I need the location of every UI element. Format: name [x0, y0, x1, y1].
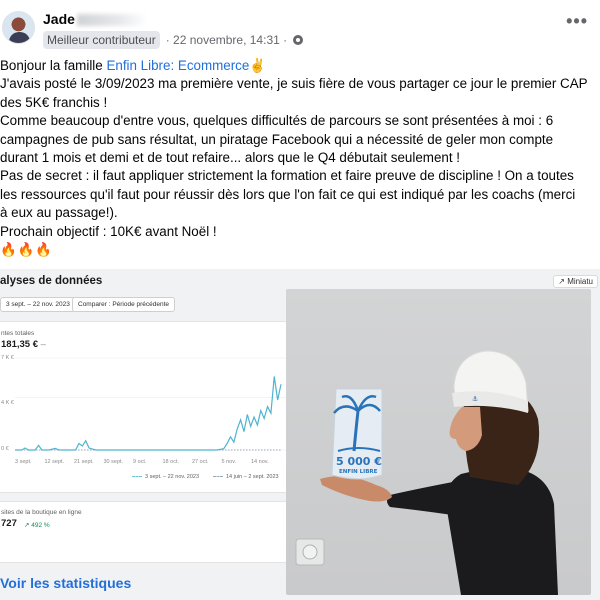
- post-line-1: Bonjour la famille Enfin Libre: Ecommerc…: [0, 57, 600, 75]
- legend-previous-swatch: [213, 476, 223, 478]
- more-options-icon[interactable]: •••: [566, 12, 588, 30]
- x-tick-label: 5 nov.: [221, 459, 237, 465]
- x-tick-label: 3 sept.: [15, 459, 32, 465]
- legend-current-swatch: [132, 476, 142, 478]
- post-line-4: Comme beaucoup d'entre vous, quelques di…: [0, 113, 554, 129]
- post-body: Bonjour la famille Enfin Libre: Ecommerc…: [0, 57, 600, 259]
- hand: [320, 476, 392, 502]
- trophy: 5 000 € ENFIN LIBRE: [331, 388, 383, 480]
- date-range-chip[interactable]: 3 sept. – 22 nov. 2023: [0, 297, 76, 312]
- x-tick-label: 12 sept.: [44, 459, 65, 465]
- x-tick-label: 18 oct.: [162, 459, 180, 465]
- x-tick-label: 14 nov.: [251, 459, 269, 465]
- legend-current-text: 3 sept. – 22 nov. 2023: [145, 474, 200, 480]
- hoodie: [445, 467, 558, 595]
- photo-illustration: ⚓ 5 000 € ENFIN LIBRE: [295, 350, 558, 595]
- face: [449, 407, 482, 451]
- x-tick-label: 27 oct.: [192, 459, 209, 465]
- post-line-7: Pas de secret : il faut appliquer strict…: [0, 168, 574, 184]
- post-line-8: les ressources qu'il faut pour réussir d…: [0, 186, 576, 202]
- arm: [387, 481, 466, 517]
- trophy-brand: ENFIN LIBRE: [339, 469, 378, 475]
- sessions-change: ↗ 492 %: [24, 522, 50, 529]
- trophy-photo[interactable]: ⚓ 5 000 € ENFIN LIBRE: [286, 289, 591, 595]
- sales-series-line: [15, 376, 282, 451]
- post-meta: Meilleur contributeur · 22 novembre, 14:…: [43, 31, 304, 49]
- post-media[interactable]: alyses de données ↗ Miniatu 3 sept. – 22…: [0, 269, 600, 600]
- sessions-value: 727: [1, 518, 17, 529]
- contributor-badge[interactable]: Meilleur contributeur: [43, 31, 160, 49]
- trophy-amount: 5 000 €: [336, 455, 382, 468]
- fire-emojis: 🔥🔥🔥: [0, 242, 54, 258]
- media-right-edge: [591, 289, 600, 595]
- avatar-figure: [9, 32, 30, 43]
- author-avatar[interactable]: [2, 11, 35, 44]
- dashboard-title: alyses de données: [0, 275, 103, 287]
- x-tick-label: 9 oct.: [133, 459, 147, 465]
- author-name-redacted: [76, 14, 147, 27]
- legend-current: 3 sept. – 22 nov. 2023: [132, 474, 199, 480]
- post-line-3: des 5K€ franchis !: [0, 94, 108, 110]
- post-header: Jade Meilleur contributeur · 22 novembre…: [0, 0, 600, 56]
- post-line-5: campagnes de pub sans résultat, un pirat…: [0, 131, 554, 147]
- globe-icon: [293, 35, 304, 45]
- legend-previous: 14 juin – 2 sept. 2023: [213, 474, 279, 480]
- author-name-text[interactable]: Jade: [43, 11, 75, 27]
- post-line-10: Prochain objectif : 10K€ avant Noël !: [0, 223, 217, 239]
- compare-chip[interactable]: Comparer : Période précédente: [72, 297, 176, 312]
- post-line-9: à eux au passage!).: [0, 205, 118, 221]
- post-date[interactable]: · 22 novembre, 14:31 ·: [166, 33, 287, 47]
- group-link[interactable]: Enfin Libre: Ecommerce: [106, 58, 249, 73]
- post-line-2: J'avais posté le 3/09/2023 ma première v…: [0, 76, 588, 92]
- miniature-button[interactable]: ↗ Miniatu: [553, 275, 598, 288]
- legend-previous-text: 14 juin – 2 sept. 2023: [226, 474, 279, 480]
- x-tick-label: 21 sept.: [74, 459, 94, 465]
- view-statistics-link[interactable]: Voir les statistiques: [0, 575, 131, 591]
- x-tick-label: 30 sept.: [103, 459, 124, 465]
- post-line-6: durant 1 mois et demi et de tout refaire…: [0, 150, 461, 166]
- greeting-text: Bonjour la famille: [0, 58, 107, 73]
- victory-emoji: ✌: [249, 58, 267, 73]
- beanie-logo: ⚓: [472, 395, 478, 403]
- sessions-label: sites de la boutique en ligne: [1, 509, 82, 516]
- author-name[interactable]: Jade: [43, 11, 147, 27]
- light-switch-knob: [302, 544, 318, 560]
